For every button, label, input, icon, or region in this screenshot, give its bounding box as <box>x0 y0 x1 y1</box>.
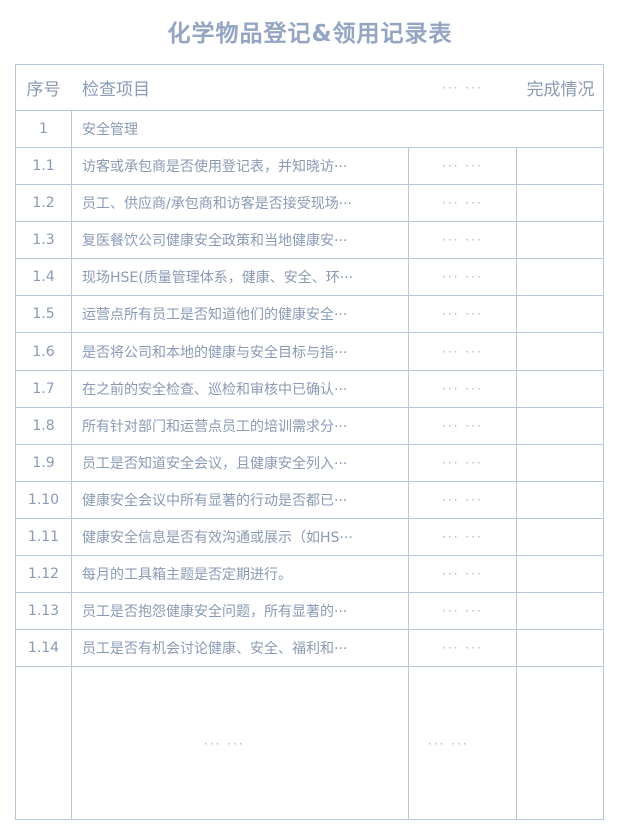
row-item: 访客或承包商是否使用登记表，并知晓访··· <box>72 148 408 184</box>
row-done-cell[interactable] <box>517 371 604 407</box>
row-dots: ··· ··· <box>442 492 483 507</box>
blank-item-dots: ··· ··· <box>204 737 245 751</box>
row-dots: ··· ··· <box>442 604 483 619</box>
row-done-cell[interactable] <box>517 445 604 481</box>
row-done-cell[interactable] <box>517 519 604 555</box>
table-row: 1.8 所有针对部门和运营点员工的培训需求分··· ··· ··· <box>16 408 603 445</box>
row-num: 1.10 <box>27 491 60 508</box>
row-item-text: 复医餐饮公司健康安全政策和当地健康安··· <box>82 233 348 250</box>
table-row: 1.11 健康安全信息是否有效沟通或展示（如HS··· ··· ··· <box>16 519 604 557</box>
row-num: 1.2 <box>32 195 55 212</box>
table-row: 1.10 健康安全会议中所有显著的行动是否都已··· ··· ··· <box>16 482 603 519</box>
row-item: 员工、供应商/承包商和访客是否接受现场··· <box>72 185 408 221</box>
row-dots: ··· ··· <box>442 307 483 322</box>
header-item: 检查项目 <box>82 80 150 100</box>
header-num: 序号 <box>26 80 61 100</box>
section-num: 1 <box>39 121 48 137</box>
row-item: 健康安全信息是否有效沟通或展示（如HS··· <box>72 519 408 555</box>
table-row: 1.2 员工、供应商/承包商和访客是否接受现场··· ··· ··· <box>16 185 604 223</box>
header-done: 完成情况 <box>526 80 595 100</box>
row-dots: ··· ··· <box>442 567 483 582</box>
row-item-text: 员工是否有机会讨论健康、安全、福利和··· <box>82 641 348 658</box>
checklist-table: 序号 检查项目 ··· ··· 完成情况 1 安全管理 1.1 访客或承包商是否使… <box>15 64 604 820</box>
row-dots: ··· ··· <box>442 233 483 248</box>
row-done-cell[interactable] <box>517 408 604 444</box>
section-row: 1 安全管理 <box>16 111 603 148</box>
row-item: 在之前的安全检查、巡检和审核中已确认··· <box>72 371 408 407</box>
row-dots: ··· ··· <box>442 641 483 656</box>
table-header-row: 序号 检查项目 ··· ··· 完成情况 <box>16 65 603 111</box>
row-dots: ··· ··· <box>442 455 483 470</box>
row-num: 1.11 <box>27 529 60 546</box>
row-item-text: 现场HSE(质量管理体系，健康、安全、环··· <box>82 270 354 287</box>
row-item-text: 健康安全信息是否有效沟通或展示（如HS··· <box>82 530 353 547</box>
row-item: 所有针对部门和运营点员工的培训需求分··· <box>72 408 408 444</box>
table-row: 1.7 在之前的安全检查、巡检和审核中已确认··· ··· ··· <box>16 371 603 408</box>
row-item: 员工是否知道安全会议，且健康安全列入··· <box>72 445 408 481</box>
row-dots: ··· ··· <box>442 159 483 174</box>
row-done-cell[interactable] <box>517 482 604 518</box>
row-dots: ··· ··· <box>442 418 483 433</box>
row-num: 1.7 <box>32 380 55 397</box>
table-row: 1.4 现场HSE(质量管理体系，健康、安全、环··· ··· ··· <box>16 259 604 297</box>
row-item-text: 是否将公司和本地的健康与安全目标与指··· <box>82 344 348 361</box>
row-item-text: 在之前的安全检查、巡检和审核中已确认··· <box>82 381 348 398</box>
page-title: 化学物品登记&领用记录表 <box>167 21 453 47</box>
row-item-text: 员工是否抱怨健康安全问题，所有显著的··· <box>82 604 348 621</box>
table-row: 1.6 是否将公司和本地的健康与安全目标与指··· ··· ··· <box>16 334 603 371</box>
row-item-text: 访客或承包商是否使用登记表，并知晓访··· <box>82 159 348 176</box>
row-done-cell[interactable] <box>517 630 604 666</box>
row-num: 1.3 <box>32 232 55 249</box>
table-row: 1.1 访客或承包商是否使用登记表，并知晓访··· ··· ··· <box>16 148 604 186</box>
row-item-text: 每月的工具箱主题是否定期进行。 <box>82 567 292 584</box>
blank-col-dots: ··· ··· <box>428 737 469 751</box>
row-num: 1.1 <box>32 158 55 175</box>
row-item-text: 员工、供应商/承包商和访客是否接受现场··· <box>82 196 353 213</box>
row-done-cell[interactable] <box>517 296 604 332</box>
table-row: 1.14 员工是否有机会讨论健康、安全、福利和··· ··· ··· <box>16 630 604 668</box>
row-item-text: 健康安全会议中所有显著的行动是否都已··· <box>82 492 348 509</box>
row-item: 每月的工具箱主题是否定期进行。 <box>72 556 408 592</box>
row-item: 健康安全会议中所有显著的行动是否都已··· <box>72 482 408 518</box>
row-item-text: 运营点所有员工是否知道他们的健康安全··· <box>82 307 348 324</box>
row-num: 1.13 <box>27 603 60 620</box>
row-item: 复医餐饮公司健康安全政策和当地健康安··· <box>72 222 408 258</box>
row-dots: ··· ··· <box>442 530 483 545</box>
header-dots: ··· ··· <box>442 80 483 95</box>
table-row: 1.12 每月的工具箱主题是否定期进行。 ··· ··· <box>16 556 604 594</box>
row-num: 1.4 <box>32 269 55 286</box>
row-done-cell[interactable] <box>517 222 604 258</box>
row-item: 员工是否有机会讨论健康、安全、福利和··· <box>72 630 408 666</box>
row-dots: ··· ··· <box>442 196 483 211</box>
row-item-text: 员工是否知道安全会议，且健康安全列入··· <box>82 455 348 472</box>
row-num: 1.14 <box>27 640 60 657</box>
table-row: 1.9 员工是否知道安全会议，且健康安全列入··· ··· ··· <box>16 445 603 482</box>
row-done-cell[interactable] <box>517 148 604 184</box>
row-item: 员工是否抱怨健康安全问题，所有显著的··· <box>72 593 408 629</box>
table-row: 1.3 复医餐饮公司健康安全政策和当地健康安··· ··· ··· <box>16 222 604 260</box>
row-num: 1.8 <box>32 417 55 434</box>
section-label: 安全管理 <box>72 111 602 147</box>
row-done-cell[interactable] <box>517 185 604 221</box>
row-done-cell[interactable] <box>517 259 604 295</box>
row-dots: ··· ··· <box>442 344 483 359</box>
row-num: 1.12 <box>27 566 60 583</box>
row-item: 现场HSE(质量管理体系，健康、安全、环··· <box>72 259 408 295</box>
row-item: 是否将公司和本地的健康与安全目标与指··· <box>72 334 408 370</box>
row-item: 运营点所有员工是否知道他们的健康安全··· <box>72 296 408 332</box>
row-done-cell[interactable] <box>517 593 604 629</box>
row-num: 1.6 <box>32 343 55 360</box>
row-num: 1.9 <box>32 454 55 471</box>
row-item-text: 所有针对部门和运营点员工的培训需求分··· <box>82 418 348 435</box>
table-row: 1.13 员工是否抱怨健康安全问题，所有显著的··· ··· ··· <box>16 593 604 631</box>
row-done-cell[interactable] <box>517 334 604 370</box>
row-dots: ··· ··· <box>442 381 483 396</box>
table-row: 1.5 运营点所有员工是否知道他们的健康安全··· ··· ··· <box>16 296 604 334</box>
row-done-cell[interactable] <box>517 556 604 592</box>
row-dots: ··· ··· <box>442 270 483 285</box>
row-num: 1.5 <box>32 306 55 323</box>
